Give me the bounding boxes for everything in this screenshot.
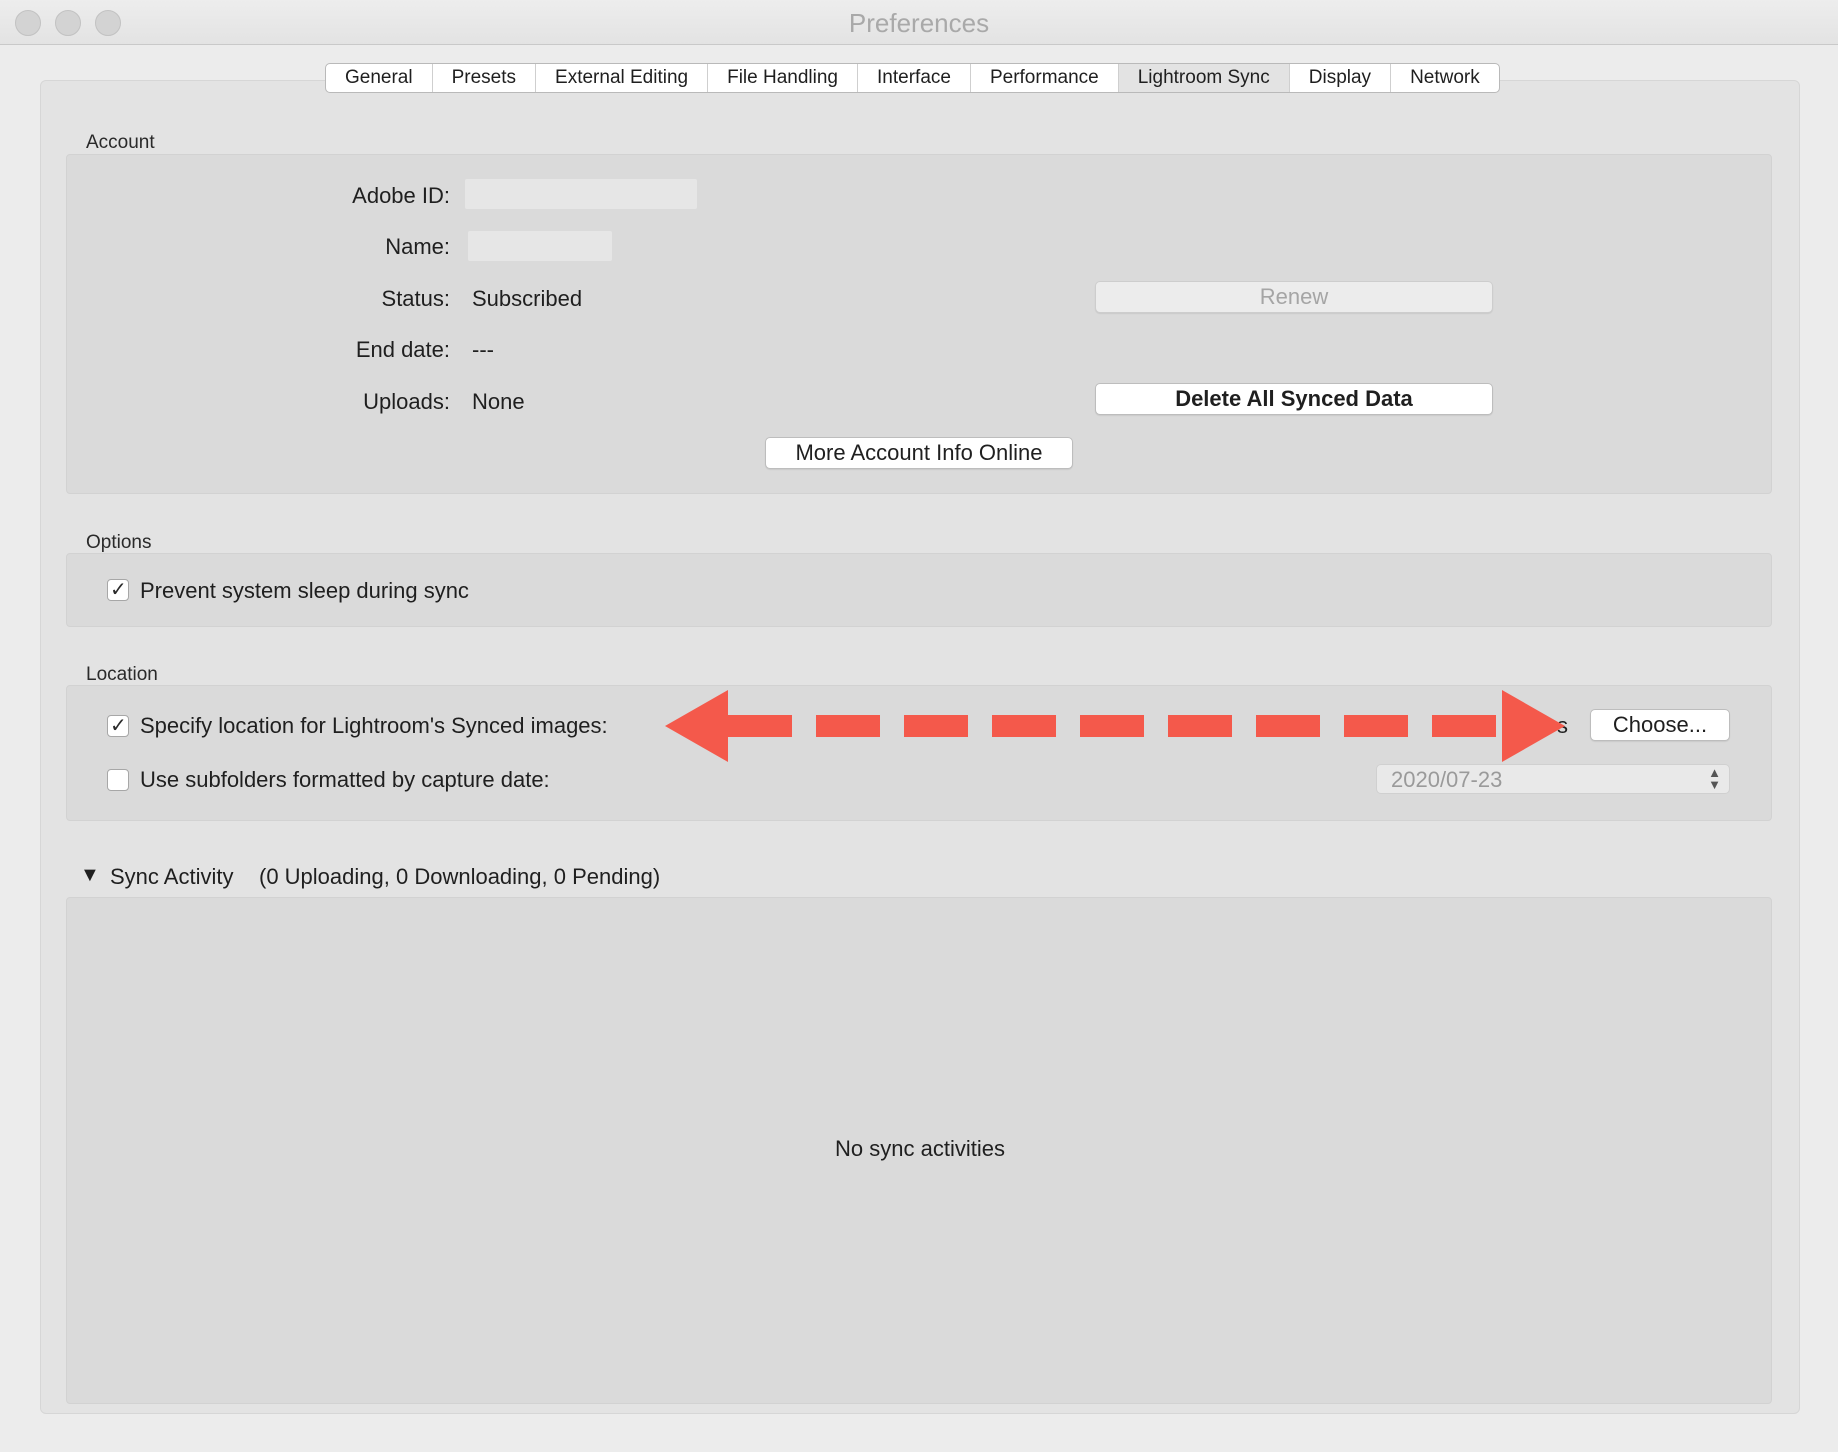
account-section-label: Account <box>86 132 155 153</box>
status-label: Status: <box>381 286 450 311</box>
tab-file-handling[interactable]: File Handling <box>708 64 859 92</box>
location-box <box>66 685 1772 821</box>
tab-display[interactable]: Display <box>1290 64 1392 92</box>
specify-location-label: Specify location for Lightroom's Synced … <box>140 713 608 738</box>
sync-activity-summary: (0 Uploading, 0 Downloading, 0 Pending) <box>259 864 661 889</box>
tab-performance[interactable]: Performance <box>971 64 1119 92</box>
prevent-sleep-checkbox[interactable]: ✓ <box>107 579 129 601</box>
status-value: Subscribed <box>472 286 583 311</box>
tab-interface[interactable]: Interface <box>858 64 971 92</box>
more-account-info-button[interactable]: More Account Info Online <box>765 437 1073 469</box>
no-sync-activities-message: No sync activities <box>835 1136 1005 1161</box>
sync-activity-header: Sync Activity <box>110 864 234 889</box>
disclosure-triangle-icon[interactable]: ▼ <box>80 864 100 887</box>
location-path-fragment: / <box>1475 713 1482 738</box>
updown-chevron-icon: ▲ ▼ <box>1708 765 1721 792</box>
date-format-select[interactable]: 2020/07-23 ▲ ▼ <box>1376 764 1730 794</box>
adobe-id-value <box>465 179 697 209</box>
tab-general[interactable]: General <box>326 64 433 92</box>
tab-lightroom-sync[interactable]: Lightroom Sync <box>1118 64 1290 92</box>
end-date-label: End date: <box>355 337 450 362</box>
prevent-sleep-label: Prevent system sleep during sync <box>140 578 469 603</box>
checkmark-icon: ✓ <box>110 579 127 601</box>
subfolders-checkbox[interactable] <box>107 769 129 791</box>
adobe-id-label: Adobe ID: <box>352 183 450 208</box>
specify-location-checkbox[interactable]: ✓ <box>107 715 129 737</box>
tab-bar: General Presets External Editing File Ha… <box>325 63 1500 93</box>
location-path-fragment: /U <box>1293 713 1315 738</box>
uploads-value: None <box>472 389 525 414</box>
name-value <box>468 231 612 261</box>
end-date-value: --- <box>472 337 494 362</box>
options-section-label: Options <box>86 532 152 553</box>
tab-external-editing[interactable]: External Editing <box>536 64 709 92</box>
window-title: Preferences <box>848 8 990 38</box>
delete-all-synced-data-button[interactable]: Delete All Synced Data <box>1095 383 1493 415</box>
renew-button[interactable]: Renew <box>1095 281 1493 313</box>
preferences-window: Preferences General Presets External Edi… <box>0 0 1838 1452</box>
checkmark-icon: ✓ <box>110 715 127 737</box>
uploads-label: Uploads: <box>363 389 450 414</box>
title-bar: Preferences <box>0 0 1838 45</box>
location-path-fragment: s <box>1557 713 1568 738</box>
tab-network[interactable]: Network <box>1391 64 1499 92</box>
tab-presets[interactable]: Presets <box>433 64 537 92</box>
name-label: Name: <box>385 234 450 259</box>
subfolders-label: Use subfolders formatted by capture date… <box>140 767 550 792</box>
date-format-value: 2020/07-23 <box>1391 767 1503 792</box>
choose-location-button[interactable]: Choose... <box>1590 709 1730 741</box>
location-section-label: Location <box>86 664 158 685</box>
